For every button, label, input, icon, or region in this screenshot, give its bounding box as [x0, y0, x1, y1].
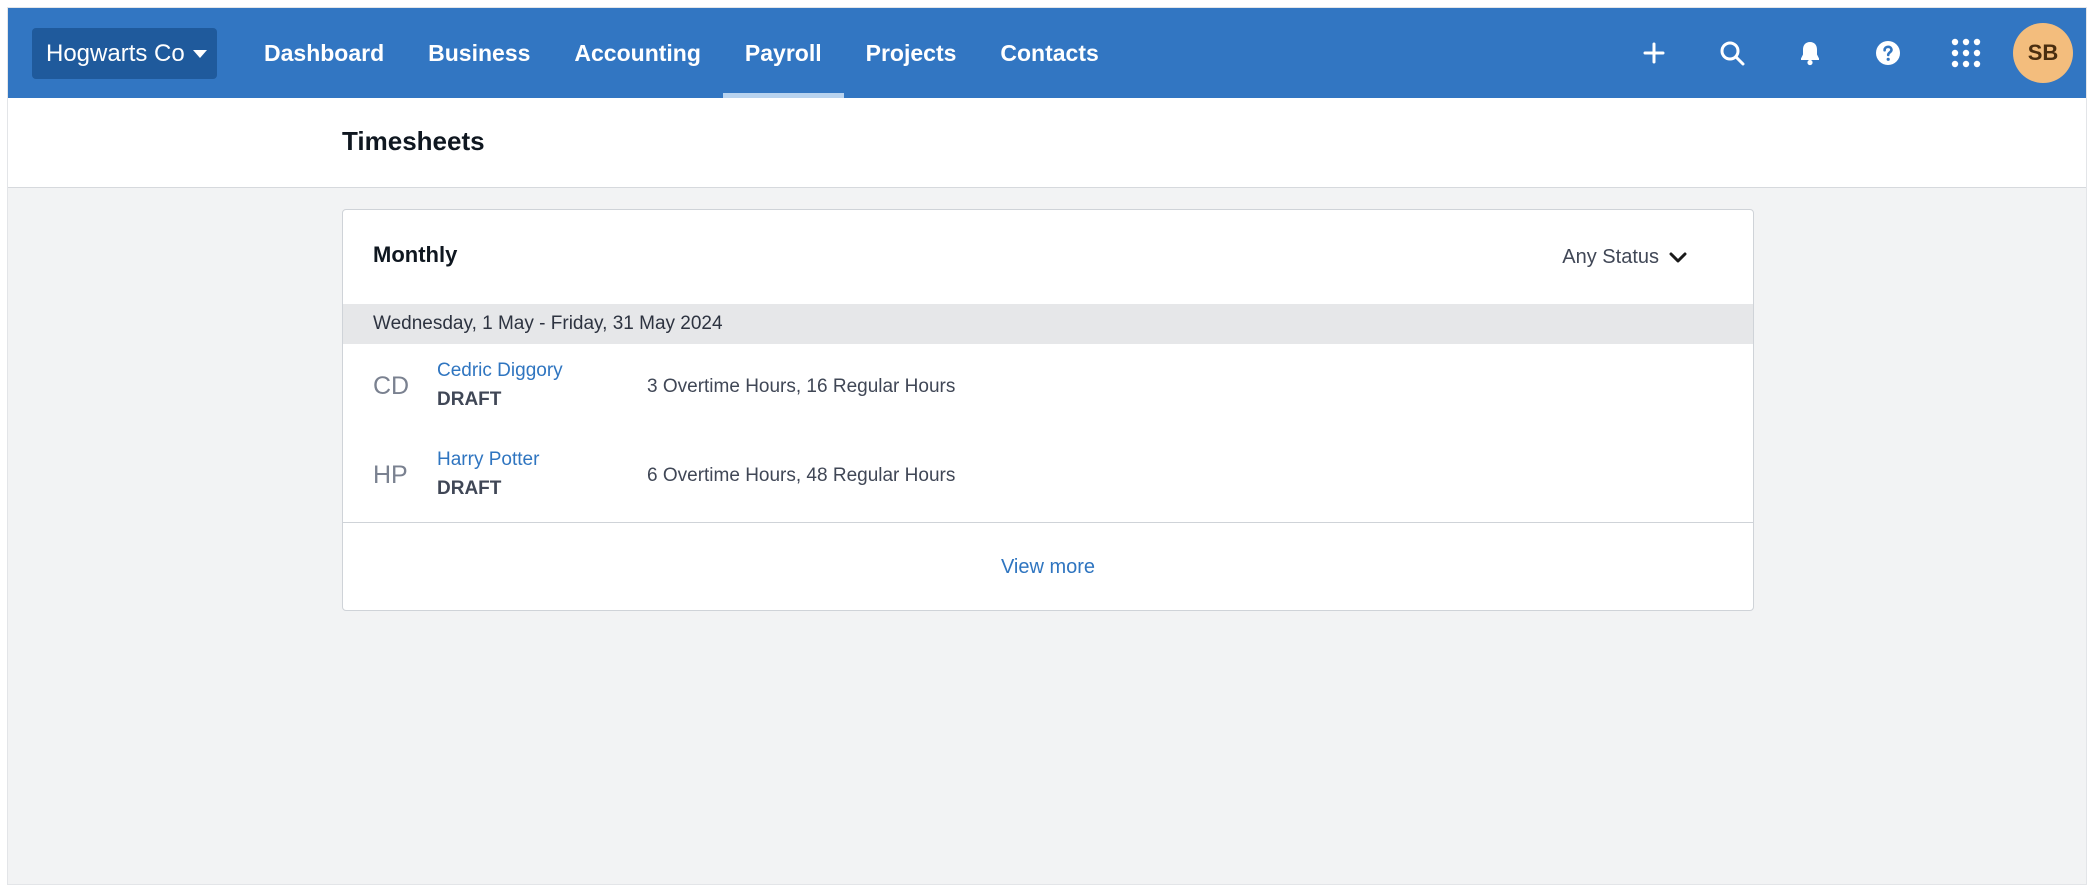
apps-grid-icon[interactable] — [1927, 8, 2005, 98]
search-icon[interactable] — [1693, 8, 1771, 98]
nav-tab-label: Projects — [865, 39, 957, 66]
timesheet-row: CD Cedric Diggory DRAFT 3 Overtime Hours… — [343, 344, 1753, 432]
nav-tab-business[interactable]: Business — [406, 8, 552, 98]
nav-tabs: Dashboard Business Accounting Payroll Pr… — [242, 8, 1121, 98]
timesheet-hours: 6 Overtime Hours, 48 Regular Hours — [647, 465, 956, 486]
card-title: Monthly — [373, 242, 458, 267]
nav-tab-dashboard[interactable]: Dashboard — [242, 8, 406, 98]
org-name: Hogwarts Co — [46, 39, 185, 67]
period-label: Wednesday, 1 May - Friday, 31 May 2024 — [373, 313, 723, 334]
org-switcher[interactable]: Hogwarts Co — [32, 28, 217, 79]
status-filter-label: Any Status — [1562, 246, 1659, 268]
status-filter-dropdown[interactable]: Any Status — [1562, 246, 1687, 269]
nav-tab-projects[interactable]: Projects — [844, 8, 979, 98]
plus-icon[interactable] — [1615, 8, 1693, 98]
employee-initials: HP — [373, 461, 408, 489]
employee-initials: CD — [373, 372, 410, 400]
employee-name-link[interactable]: Harry Potter — [437, 449, 539, 471]
nav-tab-contacts[interactable]: Contacts — [978, 8, 1120, 98]
employee-name-link[interactable]: Cedric Diggory — [437, 360, 563, 382]
bell-icon[interactable] — [1771, 8, 1849, 98]
app-window: Hogwarts Co Dashboard Business Accountin… — [7, 7, 2087, 885]
nav-tab-label: Contacts — [1000, 39, 1099, 66]
nav-tab-label: Business — [428, 39, 531, 66]
top-navigation: Hogwarts Co Dashboard Business Accountin… — [8, 8, 2086, 98]
nav-tab-label: Accounting — [574, 39, 701, 66]
timesheets-card: Monthly Any Status Wednesday, 1 May - Fr… — [342, 209, 1754, 611]
nav-tab-label: Payroll — [744, 39, 822, 66]
period-header: Wednesday, 1 May - Friday, 31 May 2024 — [343, 304, 1753, 344]
nav-tab-label: Dashboard — [264, 39, 385, 66]
timesheet-status: DRAFT — [437, 389, 502, 410]
nav-actions: SB — [1615, 8, 2086, 98]
card-footer: View more — [343, 522, 1753, 611]
user-avatar[interactable]: SB — [2013, 23, 2073, 83]
chevron-down-icon — [1669, 252, 1687, 262]
nav-tab-payroll[interactable]: Payroll — [722, 8, 844, 98]
page-title: Timesheets — [342, 126, 485, 156]
timesheet-hours: 3 Overtime Hours, 16 Regular Hours — [647, 376, 956, 397]
caret-down-icon — [192, 49, 207, 58]
timesheet-status: DRAFT — [437, 478, 502, 499]
timesheet-row: HP Harry Potter DRAFT 6 Overtime Hours, … — [343, 433, 1753, 521]
view-more-link[interactable]: View more — [1001, 556, 1095, 579]
nav-tab-accounting[interactable]: Accounting — [552, 8, 723, 98]
help-icon[interactable] — [1849, 8, 1927, 98]
page-header: Timesheets — [8, 98, 2086, 188]
